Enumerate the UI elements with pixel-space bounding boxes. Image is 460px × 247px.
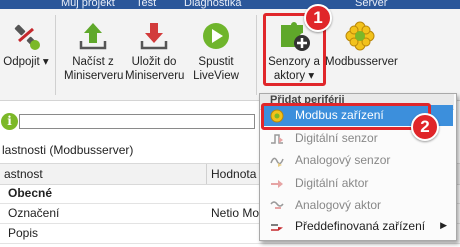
menu-item-label: Analogový aktor — [295, 198, 382, 212]
predefined-device-icon — [271, 224, 283, 231]
menu-item-label: Předdefinovaná zařízení — [295, 219, 426, 233]
modbusserver-button[interactable]: Modbusserver — [325, 9, 398, 97]
properties-panel-title: lastnosti (Modbusserver) — [2, 143, 134, 157]
modbus-flower-icon — [345, 21, 375, 51]
column-header-property[interactable]: astnost — [4, 167, 43, 181]
step-badge-1: 1 — [304, 4, 332, 32]
load-from-miniserver-button[interactable]: Načíst z Miniserveru — [64, 9, 124, 97]
download-arrow-icon — [140, 23, 168, 50]
disconnect-label: Odpojit ▾ — [3, 56, 49, 68]
ribbon-separator — [55, 15, 56, 95]
column-header-value[interactable]: Hodnota — [211, 167, 256, 181]
column-divider — [206, 164, 207, 184]
step2-highlight-frame — [261, 103, 431, 130]
property-name: Popis — [8, 226, 39, 240]
menu-item-label: Digitální senzor — [295, 131, 378, 145]
property-name: Označení — [8, 206, 60, 220]
tab-test[interactable]: Test — [136, 0, 156, 9]
menu-item-predefined-devices[interactable]: Předdefinovaná zařízení ▶ — [263, 216, 453, 237]
ribbon-separator — [256, 15, 257, 95]
property-value: Netio Mod — [211, 206, 266, 220]
menu-item-label: Digitální aktor — [295, 176, 369, 190]
save-to-miniserver-label: Uložit do Miniserveru — [125, 56, 185, 82]
disconnect-plug-icon — [14, 24, 40, 50]
tab-muj-projekt[interactable]: Můj projekt — [61, 0, 115, 9]
save-to-miniserver-button[interactable]: Uložit do Miniserveru — [125, 9, 185, 97]
analog-sensor-icon — [270, 157, 284, 167]
tab-diagnostika[interactable]: Diagnostika — [184, 0, 241, 9]
load-from-miniserver-label: Načíst z Miniserveru — [64, 56, 124, 82]
play-icon — [203, 23, 229, 49]
upload-arrow-icon — [79, 23, 107, 50]
disconnect-button[interactable]: Odpojit ▾ — [0, 9, 52, 97]
start-liveview-label: Spustit LiveView — [193, 56, 239, 82]
menu-item-analog-actor[interactable]: Analogový aktor — [263, 195, 453, 216]
tab-server[interactable]: Server — [355, 0, 387, 9]
search-input[interactable] — [19, 114, 255, 129]
submenu-arrow-icon: ▶ — [440, 220, 447, 230]
digital-actor-icon — [271, 180, 283, 188]
digital-sensor-icon — [271, 134, 283, 144]
modbusserver-label: Modbusserver — [325, 56, 398, 68]
ribbon-toolbar: Odpojit ▾ Načíst z Miniserveru Uložit do… — [0, 9, 460, 101]
menu-item-analog-sensor[interactable]: Analogový senzor — [263, 150, 453, 171]
menu-item-label: Analogový senzor — [295, 153, 391, 167]
ribbon-tab-strip: Můj projekt Test Diagnostika Server — [0, 0, 460, 9]
step-badge-2: 2 — [411, 113, 439, 141]
info-icon: i — [1, 113, 18, 130]
start-liveview-button[interactable]: Spustit LiveView — [187, 9, 245, 97]
property-name: Obecné — [8, 186, 53, 200]
menu-item-digital-actor[interactable]: Digitální aktor — [263, 173, 453, 194]
analog-actor-icon — [270, 201, 284, 209]
